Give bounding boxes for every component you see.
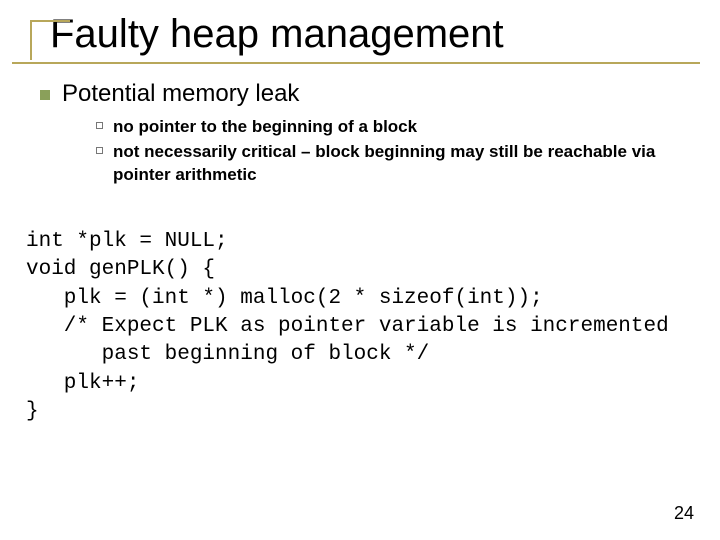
bullet-level1-text: Potential memory leak bbox=[62, 80, 299, 108]
square-bullet-icon bbox=[40, 90, 50, 100]
title-top-rule bbox=[30, 20, 70, 22]
hollow-square-bullet-icon bbox=[96, 147, 103, 154]
code-block: int *plk = NULL; void genPLK() { plk = (… bbox=[26, 228, 700, 426]
hollow-square-bullet-icon bbox=[96, 122, 103, 129]
bullet-level2-group: no pointer to the beginning of a block n… bbox=[96, 116, 690, 187]
title-block: Faulty heap management bbox=[20, 12, 700, 56]
title-underline bbox=[12, 62, 700, 64]
bullet-level2-text: no pointer to the beginning of a block bbox=[113, 116, 417, 139]
page-number: 24 bbox=[674, 503, 694, 524]
bullet-level2: not necessarily critical – block beginni… bbox=[96, 141, 690, 187]
title-corner-rule bbox=[30, 20, 38, 60]
body: Potential memory leak no pointer to the … bbox=[40, 80, 690, 189]
bullet-level2-text: not necessarily critical – block beginni… bbox=[113, 141, 690, 187]
slide: Faulty heap management Potential memory … bbox=[0, 0, 720, 540]
bullet-level2: no pointer to the beginning of a block bbox=[96, 116, 690, 139]
slide-title: Faulty heap management bbox=[50, 12, 700, 56]
bullet-level1: Potential memory leak bbox=[40, 80, 690, 108]
